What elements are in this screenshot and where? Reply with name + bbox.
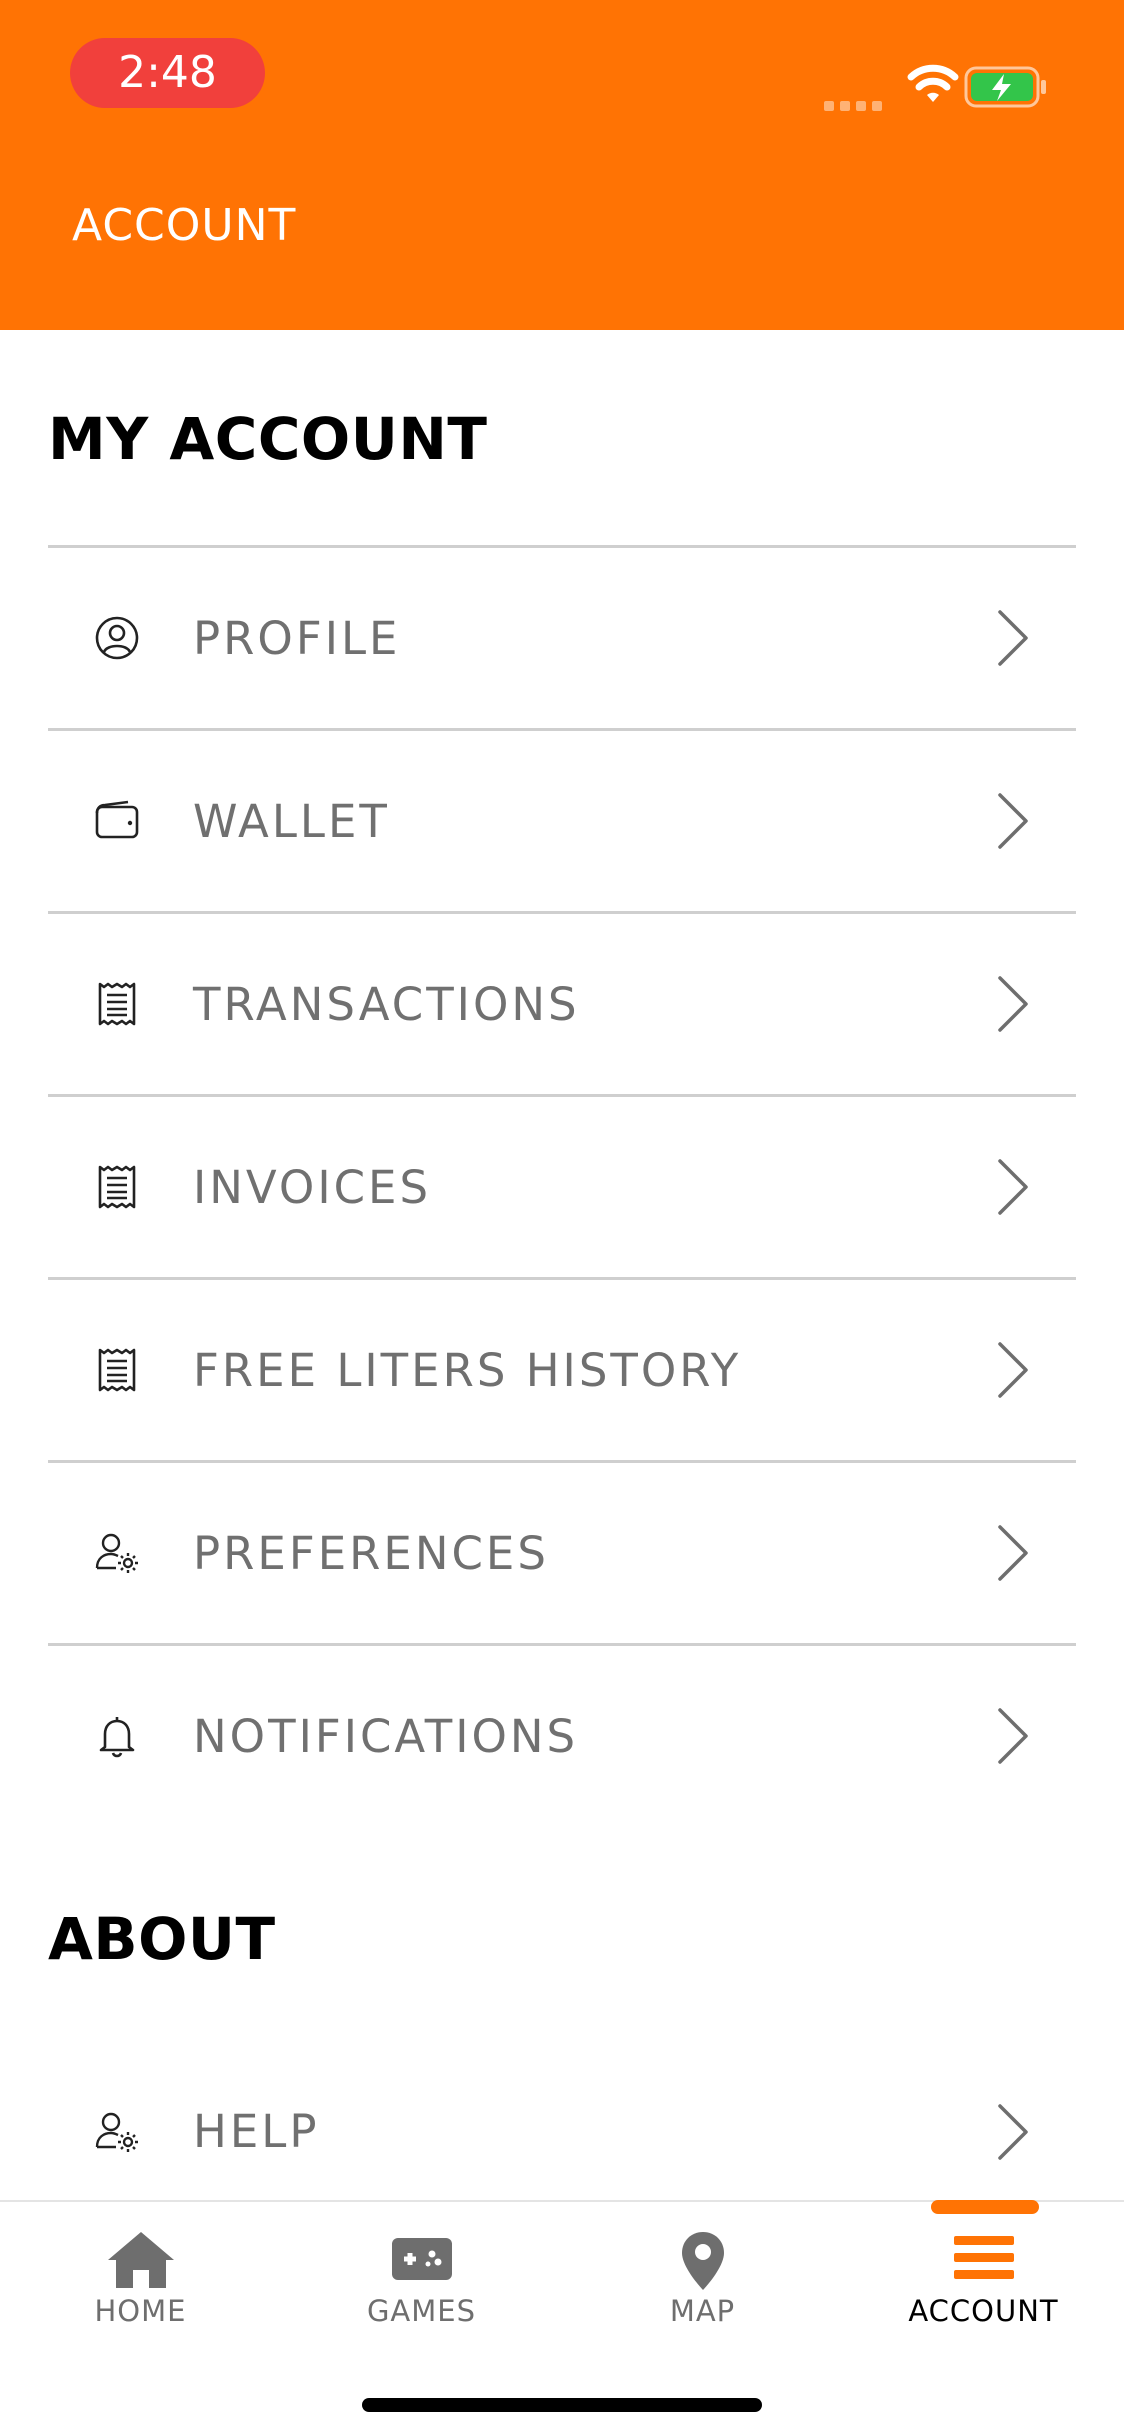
menu-item-label: WALLET xyxy=(193,794,390,848)
section-title-about: ABOUT xyxy=(48,1905,276,1973)
battery-charging-icon xyxy=(964,66,1046,108)
tab-home[interactable]: HOME xyxy=(0,2202,281,2342)
chevron-right-icon xyxy=(998,1342,1028,1398)
menu-icon xyxy=(953,2236,1014,2279)
menu-item-invoices[interactable]: INVOICES xyxy=(48,1094,1076,1277)
tab-label: MAP xyxy=(669,2294,736,2328)
bell-icon xyxy=(92,1711,142,1761)
menu-item-preferences[interactable]: PREFERENCES xyxy=(48,1460,1076,1643)
chevron-right-icon xyxy=(998,1708,1028,1764)
receipt-icon xyxy=(92,979,142,1029)
chevron-right-icon xyxy=(998,976,1028,1032)
signal-icon xyxy=(824,98,888,116)
tab-map[interactable]: MAP xyxy=(562,2202,843,2342)
status-icons xyxy=(824,62,1084,122)
tab-label: HOME xyxy=(94,2294,187,2328)
status-time: 2:48 xyxy=(70,38,265,108)
app-header: 2:48 ACCOUNT xyxy=(0,0,1124,330)
menu-item-label: PREFERENCES xyxy=(193,1526,549,1580)
menu-item-help[interactable]: HELP xyxy=(48,2040,1076,2200)
tab-account[interactable]: ACCOUNT xyxy=(843,2202,1124,2342)
chevron-right-icon xyxy=(998,793,1028,849)
menu-item-label: NOTIFICATIONS xyxy=(193,1709,579,1763)
menu-item-label: FREE LITERS HISTORY xyxy=(193,1343,742,1397)
chevron-right-icon xyxy=(998,1159,1028,1215)
chevron-right-icon xyxy=(998,1525,1028,1581)
user-settings-icon xyxy=(92,1528,142,1578)
menu-item-label: HELP xyxy=(193,2105,320,2158)
chevron-right-icon xyxy=(998,610,1028,666)
receipt-icon xyxy=(92,1162,142,1212)
about-list: HELP xyxy=(48,2040,1076,2200)
menu-item-label: PROFILE xyxy=(193,611,401,665)
receipt-icon xyxy=(92,1345,142,1395)
page-title: ACCOUNT xyxy=(72,200,297,251)
home-icon xyxy=(107,2232,174,2288)
tab-games[interactable]: GAMES xyxy=(281,2202,562,2342)
menu-item-label: TRANSACTIONS xyxy=(193,977,580,1031)
account-content: MY ACCOUNT PROFILE WALLET TRANSACTIONS I… xyxy=(0,330,1124,2200)
menu-item-free-liters-history[interactable]: FREE LITERS HISTORY xyxy=(48,1277,1076,1460)
gamepad-icon xyxy=(391,2238,452,2280)
user-settings-icon xyxy=(92,2107,142,2157)
menu-item-notifications[interactable]: NOTIFICATIONS xyxy=(48,1643,1076,1826)
menu-item-label: INVOICES xyxy=(193,1160,432,1214)
profile-icon xyxy=(92,613,142,663)
section-title-my-account: MY ACCOUNT xyxy=(48,405,488,473)
chevron-right-icon xyxy=(998,2103,1028,2160)
home-indicator xyxy=(362,2398,762,2412)
menu-item-transactions[interactable]: TRANSACTIONS xyxy=(48,911,1076,1094)
wallet-icon xyxy=(92,796,142,846)
tab-label: ACCOUNT xyxy=(908,2294,1059,2328)
active-tab-indicator xyxy=(931,2200,1039,2214)
my-account-list: PROFILE WALLET TRANSACTIONS INVOICES FRE… xyxy=(48,545,1076,1826)
menu-item-profile[interactable]: PROFILE xyxy=(48,545,1076,728)
map-pin-icon xyxy=(681,2232,724,2290)
menu-item-wallet[interactable]: WALLET xyxy=(48,728,1076,911)
wifi-icon xyxy=(907,64,959,102)
tab-label: GAMES xyxy=(366,2294,477,2328)
